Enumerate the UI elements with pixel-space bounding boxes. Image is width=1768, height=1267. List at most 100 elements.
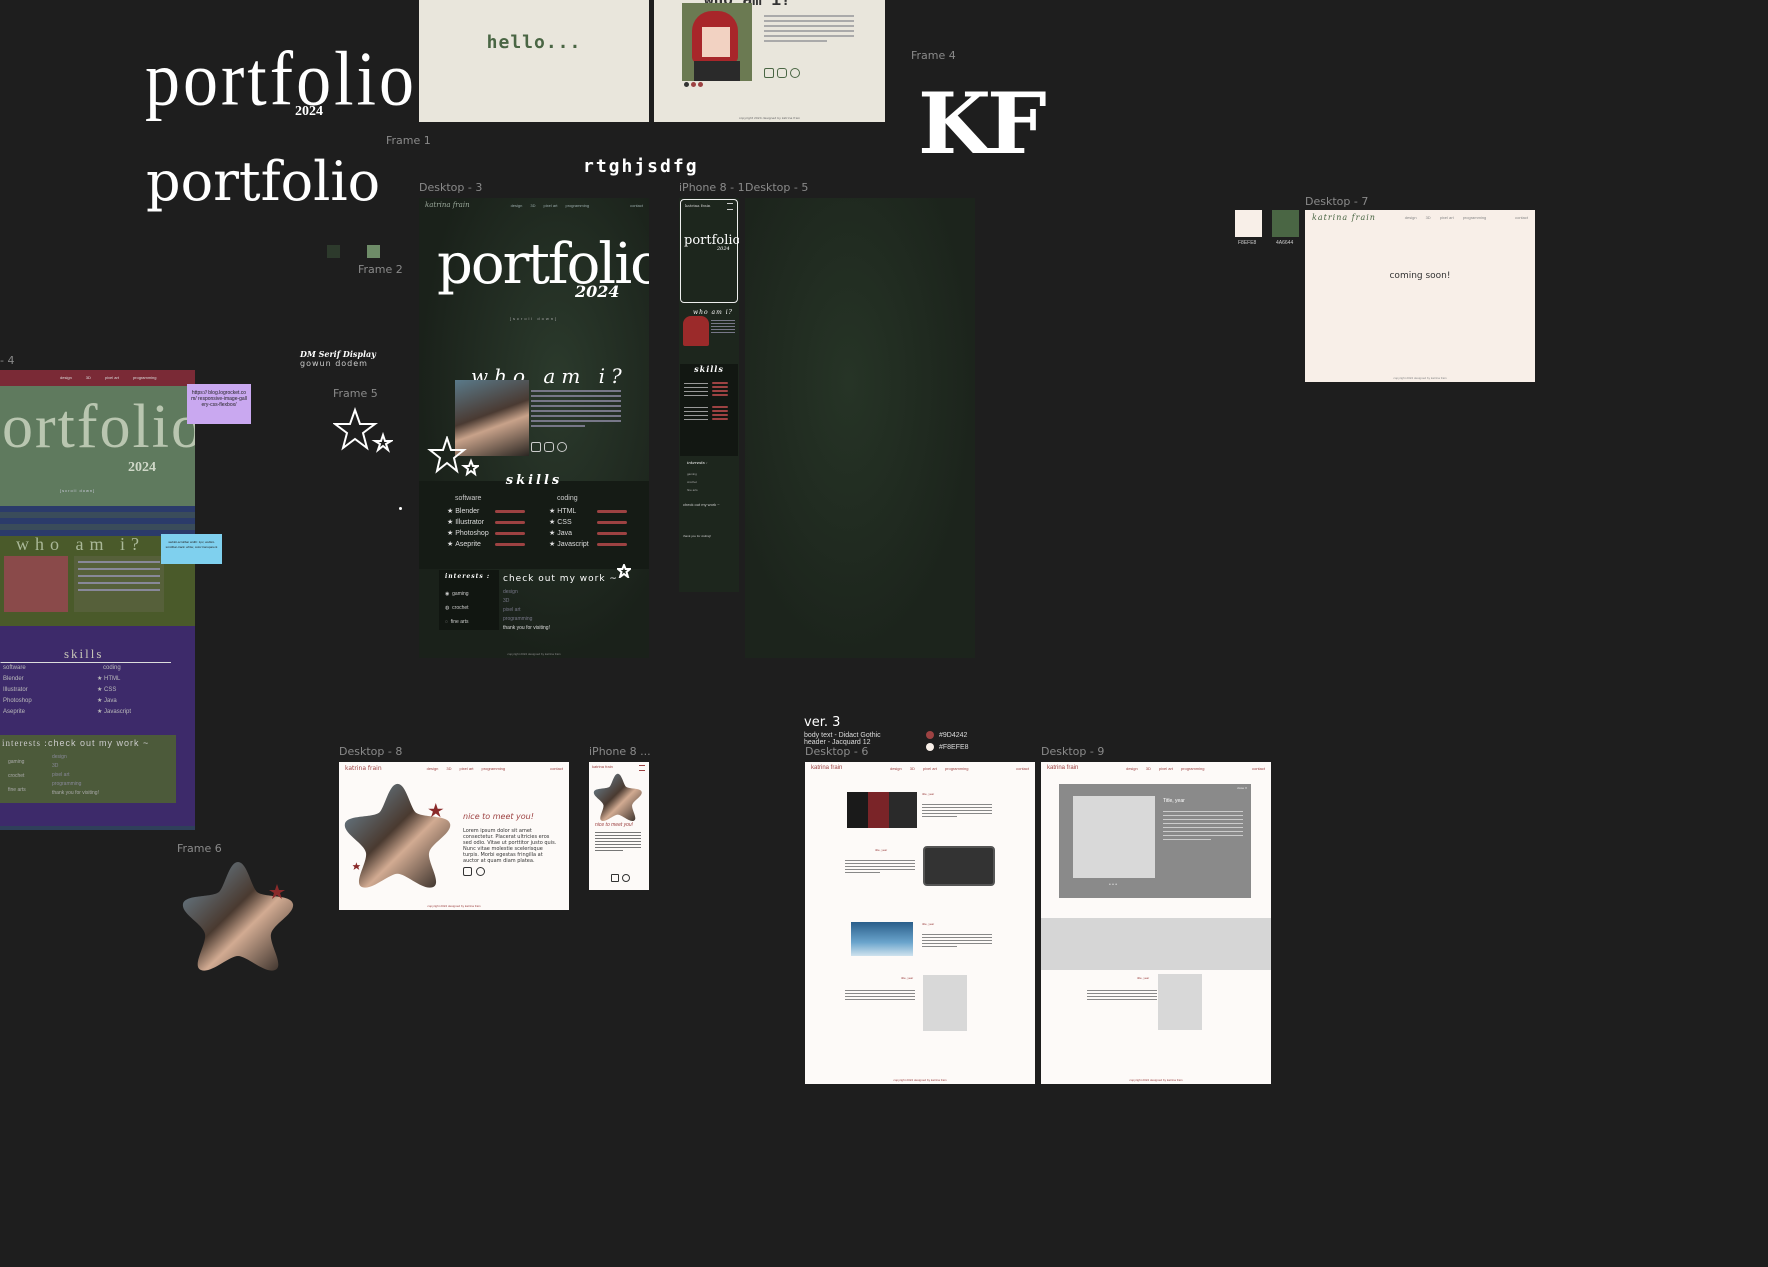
nav-pixel-art[interactable]: pixel art: [1440, 215, 1454, 220]
work-thumb-1[interactable]: [847, 792, 917, 828]
nav-contact[interactable]: contact: [1515, 215, 1528, 220]
nav-3d[interactable]: 3D: [86, 375, 91, 380]
footer: copyright 2024 designed by katrina frain: [893, 1078, 947, 1082]
linkedin-icon[interactable]: [764, 68, 774, 78]
carousel-dots[interactable]: • • •: [1109, 882, 1117, 888]
iphone-hero-year: 2024: [717, 246, 730, 252]
nav-contact[interactable]: contact: [550, 766, 563, 771]
coming-soon-text: coming soon!: [1389, 271, 1451, 281]
desktop-9: katrina frain design 3D pixel art progra…: [1041, 762, 1271, 1084]
nav-design[interactable]: design: [1126, 766, 1138, 771]
who-card: who am i? copyright 2024 designed by kat…: [654, 0, 885, 122]
skill-aseprite: Aseprite: [455, 541, 481, 548]
desktop-8-label: Desktop - 8: [339, 745, 403, 758]
brand-name[interactable]: katrina frain: [1047, 765, 1078, 771]
old-work-pixel-art[interactable]: pixel art: [52, 771, 99, 780]
nav-pixel-art[interactable]: pixel art: [923, 766, 937, 771]
iphone-skills: skills: [680, 364, 738, 456]
swatch-cream-label: F8EFE8: [1238, 240, 1257, 246]
old-work-programming[interactable]: programming: [52, 780, 99, 789]
old-work-3d[interactable]: 3D: [52, 762, 99, 771]
instagram-icon[interactable]: [544, 442, 554, 452]
work-thumb-4-placeholder[interactable]: [923, 975, 967, 1031]
brand-name[interactable]: katrina frain: [345, 765, 382, 772]
work-thumb-2-ticket[interactable]: [923, 846, 995, 886]
sticky-note-blue: webkit-scrollbar width: 1px; webkit-scro…: [161, 534, 222, 564]
work-link-pixel-art[interactable]: pixel art: [503, 606, 532, 615]
linkedin-icon[interactable]: [531, 442, 541, 452]
linkedin-icon[interactable]: [611, 874, 619, 882]
nav-design[interactable]: design: [427, 766, 439, 771]
frame-6-label: Frame 6: [177, 842, 222, 855]
nav-programming[interactable]: programming: [1181, 766, 1205, 771]
old-coding-head: coding: [103, 665, 121, 671]
iphone-who-title: who am i?: [693, 309, 733, 316]
iphone8-b-label: iPhone 8 ...: [589, 745, 651, 758]
star-photo: [182, 862, 294, 971]
iphone-thanks: thank you for visiting!: [683, 534, 712, 538]
work-title-4: title, year: [901, 976, 914, 980]
nav-contact[interactable]: contact: [1252, 766, 1265, 771]
nav-3d[interactable]: 3D: [910, 766, 915, 771]
instagram-icon[interactable]: [777, 68, 787, 78]
desktop-7: katrina frain design 3D pixel art progra…: [1305, 210, 1535, 382]
nav-pixel-art[interactable]: pixel art: [1159, 766, 1173, 771]
github-icon[interactable]: [622, 874, 630, 882]
nav-design[interactable]: design: [890, 766, 902, 771]
old-work-design[interactable]: design: [52, 753, 99, 762]
desktop-7-label: Desktop - 7: [1305, 195, 1369, 208]
brand-name[interactable]: katrina frain: [811, 765, 842, 771]
work-link-design[interactable]: design: [503, 588, 532, 597]
nav-programming[interactable]: programming: [945, 766, 969, 771]
ver3-color-red: #9D4242: [926, 731, 967, 739]
work-link-programming[interactable]: programming: [503, 615, 532, 624]
github-icon[interactable]: [790, 68, 800, 78]
interests-title: interests :: [445, 573, 491, 580]
nav-design[interactable]: design: [60, 375, 72, 380]
work-thumb-3[interactable]: [851, 922, 913, 956]
software-list: ★ Blender ★ Illustrator ★ Photoshop ★ As…: [447, 506, 526, 550]
nav-contact[interactable]: contact: [1016, 766, 1029, 771]
nav-pixel-art[interactable]: pixel art: [544, 203, 558, 208]
github-icon[interactable]: [557, 442, 567, 452]
modal-close-button[interactable]: close X: [1237, 786, 1247, 790]
skill-css: CSS: [557, 519, 572, 526]
menu-icon[interactable]: [639, 765, 645, 771]
nav-programming[interactable]: programming: [566, 203, 590, 208]
skill-javascript: Javascript: [557, 541, 589, 548]
brand-name[interactable]: katrina frain: [1312, 213, 1376, 222]
nav-contact[interactable]: contact: [630, 203, 643, 208]
nav-programming[interactable]: programming: [482, 766, 506, 771]
swatch-cream: [1235, 210, 1262, 237]
font-note: DM Serif Display gowun dodem: [300, 349, 376, 368]
work-thumb-placeholder[interactable]: [1158, 974, 1202, 1030]
menu-icon[interactable]: [727, 203, 733, 210]
nav-3d[interactable]: 3D: [1146, 766, 1151, 771]
ver3-body-font: body text - Didact Gothic: [804, 732, 881, 739]
nav-programming[interactable]: programming: [133, 375, 157, 380]
old-interest-gaming: gaming: [8, 759, 25, 765]
linkedin-icon[interactable]: [463, 867, 472, 876]
github-icon[interactable]: [476, 867, 485, 876]
dot-red-2: [698, 82, 703, 87]
nav-3d[interactable]: 3D: [530, 203, 535, 208]
nav-3d[interactable]: 3D: [446, 766, 451, 771]
nav-pixel-art[interactable]: pixel art: [460, 766, 474, 771]
old-nav-bar: design 3D pixel art programming: [0, 370, 195, 386]
skills-title: skills: [505, 473, 563, 488]
logo-portfolio-tall: portfolio 2024: [145, 41, 414, 122]
nav-pixel-art[interactable]: pixel art: [105, 375, 119, 380]
iphone8-b: katrina frain nice to meet you!: [589, 762, 649, 890]
nav-design[interactable]: design: [511, 203, 523, 208]
hero-year: 2024: [575, 282, 620, 301]
old-software-head: software: [3, 665, 26, 671]
nav-programming[interactable]: programming: [1463, 215, 1487, 220]
iphone8-1: katrina frain portfolio 2024 who am i? s…: [679, 198, 739, 592]
nav-3d[interactable]: 3D: [1426, 215, 1431, 220]
nav-design[interactable]: design: [1405, 215, 1417, 220]
brand-name[interactable]: katrina frain: [592, 764, 613, 769]
old-hero-title: ortfolio: [2, 393, 195, 461]
work-link-3d[interactable]: 3D: [503, 597, 532, 606]
brand-name[interactable]: katrina frain: [425, 201, 470, 209]
logo-portfolio-round: portfolio: [146, 150, 381, 213]
